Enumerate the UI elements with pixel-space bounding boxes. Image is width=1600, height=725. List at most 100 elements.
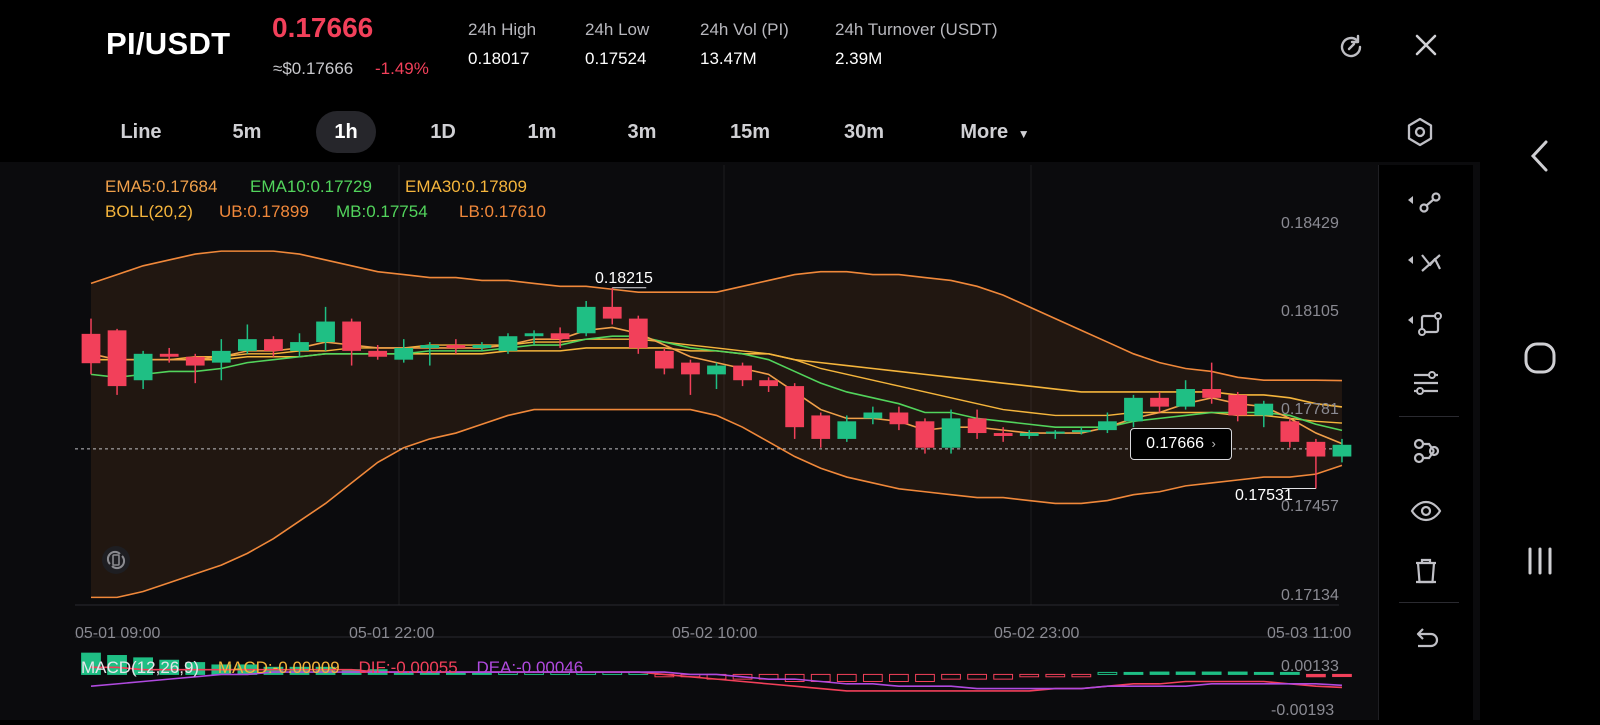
- tab-more-label: More: [960, 121, 1009, 143]
- candle-body: [264, 339, 283, 351]
- time-axis-label: 05-02 10:00: [672, 625, 758, 642]
- macd-dea: DEA:-0.00046: [476, 658, 584, 677]
- stat-24h-high: 24h High 0.18017: [468, 20, 537, 68]
- candle-body: [602, 306, 622, 319]
- candle-body: [915, 421, 935, 448]
- candle-body: [759, 380, 778, 387]
- macd-legend-group: MACD(12,26,9) MACD:-0.00009 DIF:-0.00055…: [81, 658, 583, 678]
- tab-5m[interactable]: 5m: [212, 111, 282, 153]
- ema5-legend: EMA5:0.17684: [105, 177, 218, 196]
- candle-body: [159, 353, 179, 357]
- shape-tool-icon: [1408, 312, 1442, 336]
- orientation-rotate-icon[interactable]: [101, 545, 131, 575]
- candle-body: [524, 333, 544, 337]
- chevron-right-icon: ›: [1211, 436, 1216, 451]
- candle-body: [237, 339, 257, 351]
- last-price: 0.17666: [272, 12, 374, 43]
- time-axis-label: 05-01 09:00: [75, 625, 161, 642]
- candle-body: [1254, 403, 1274, 416]
- trash-icon: [1416, 558, 1436, 584]
- low-marker-label: 0.17531: [1235, 487, 1293, 504]
- candle-body: [420, 345, 440, 348]
- shape-tool[interactable]: [1379, 301, 1473, 345]
- current-price-tag[interactable]: 0.17666 ›: [1130, 428, 1232, 460]
- trend-tool[interactable]: [1379, 241, 1473, 285]
- candle-body: [211, 350, 231, 363]
- tab-1d[interactable]: 1D: [408, 111, 478, 153]
- candle-body: [290, 342, 309, 351]
- candle-body: [811, 415, 831, 439]
- visibility-tool[interactable]: [1379, 489, 1473, 533]
- candle-body: [1280, 421, 1300, 442]
- ema10-legend: EMA10:0.17729: [250, 177, 372, 196]
- adjust-tool[interactable]: [1379, 361, 1473, 405]
- approx-usd-price: ≈$0.17666: [273, 59, 354, 78]
- candle-body: [837, 421, 857, 439]
- candle-body: [1045, 431, 1065, 434]
- macd-histogram-bar: [1227, 671, 1248, 675]
- tab-1h[interactable]: 1h: [316, 111, 376, 153]
- line-tool[interactable]: [1379, 181, 1473, 225]
- candle-body: [1071, 430, 1091, 433]
- candle-body: [394, 347, 414, 360]
- indicator-tool-icon: [1413, 438, 1440, 464]
- interval-tabs: Line 5m 1h 1D 1m 3m 15m 30m More ▼: [0, 100, 1480, 162]
- candle-body: [863, 412, 883, 419]
- refresh-icon[interactable]: [1336, 32, 1366, 62]
- candle-body: [681, 362, 700, 375]
- candle-body: [993, 433, 1013, 436]
- candle-body: [81, 333, 101, 364]
- tab-30m[interactable]: 30m: [826, 111, 902, 153]
- time-axis-label: 05-02 23:00: [994, 625, 1080, 642]
- candle-body: [1306, 441, 1326, 457]
- candle-body: [1202, 389, 1222, 398]
- back-chevron-icon: [1530, 140, 1548, 172]
- boll-ub-legend: UB:0.17899: [219, 202, 309, 221]
- indicator-tool[interactable]: [1379, 429, 1473, 473]
- candle-body: [707, 365, 726, 375]
- undo-tool[interactable]: [1379, 617, 1473, 661]
- stat-24h-turnover: 24h Turnover (USDT) 2.39M: [835, 20, 998, 68]
- tab-1m[interactable]: 1m: [507, 111, 577, 153]
- macd-histogram-bar: [1149, 671, 1170, 675]
- candle-body: [342, 321, 362, 351]
- nav-recents-button[interactable]: [1512, 533, 1568, 589]
- macd-dif: DIF:-0.00055: [358, 658, 458, 677]
- candle-body: [1124, 397, 1143, 422]
- caret-down-icon: ▼: [1017, 127, 1030, 141]
- sliders-icon: [1414, 371, 1438, 395]
- tab-3m[interactable]: 3m: [607, 111, 677, 153]
- candle-body: [185, 356, 205, 366]
- candle-body: [785, 386, 805, 428]
- nav-back-button[interactable]: [1512, 128, 1568, 184]
- nav-home-button[interactable]: [1512, 330, 1568, 386]
- toolbar-divider: [1399, 416, 1459, 417]
- tab-line[interactable]: Line: [106, 111, 176, 153]
- drawing-toolbar: [1378, 165, 1473, 720]
- tab-15m[interactable]: 15m: [712, 111, 788, 153]
- candle-body: [967, 418, 987, 434]
- pair-title[interactable]: PI/USDT: [106, 26, 230, 62]
- ema30-legend: EMA30:0.17809: [405, 177, 527, 196]
- price-axis-label: 0.18105: [1281, 303, 1339, 320]
- tab-more[interactable]: More ▼: [950, 111, 1040, 153]
- candle-body: [1150, 397, 1169, 407]
- candle-body: [550, 333, 570, 340]
- boll-legend: BOLL(20,2): [105, 202, 193, 221]
- candle-body: [733, 365, 752, 381]
- chart-settings-icon[interactable]: [1403, 115, 1437, 149]
- candle-body: [628, 318, 648, 348]
- delete-tool[interactable]: [1379, 549, 1473, 593]
- app: PI/USDT 0.17666 ≈$0.17666 -1.49% 24h Hig…: [0, 0, 1480, 720]
- candle-body: [941, 418, 961, 448]
- line-tool-icon: [1408, 192, 1441, 213]
- time-axis-label: 05-03 11:00: [1267, 625, 1352, 642]
- recents-icon: [1528, 547, 1552, 575]
- candle-body: [498, 336, 518, 351]
- kline-chart[interactable]: EMA5:0.17684 EMA10:0.17729 EMA30:0.17809…: [75, 165, 1377, 720]
- home-circle-icon: [1524, 342, 1556, 374]
- candle-body: [1019, 433, 1039, 436]
- candle-body: [654, 350, 674, 369]
- close-icon[interactable]: [1411, 30, 1441, 60]
- trend-tool-icon: [1408, 254, 1441, 272]
